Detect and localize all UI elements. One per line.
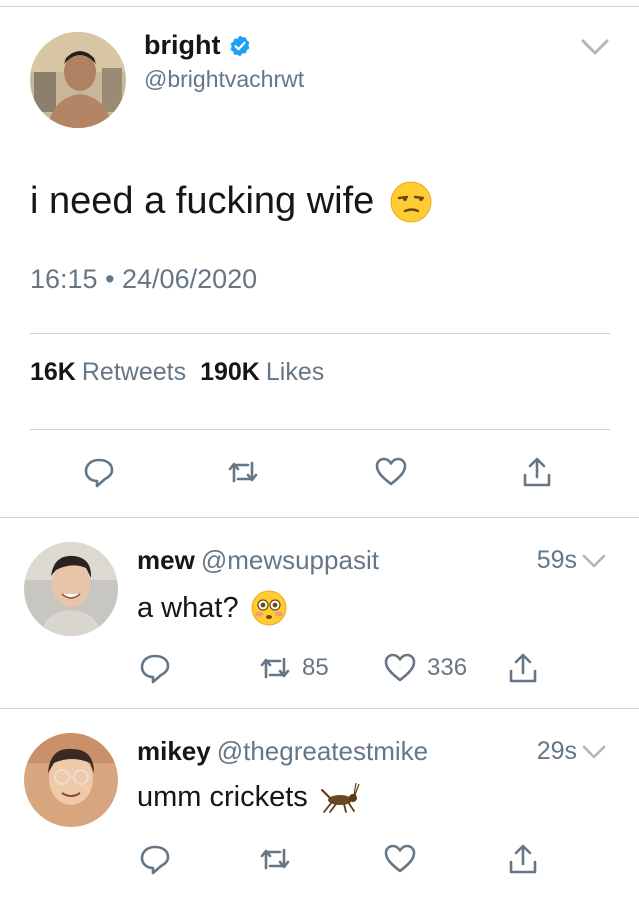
- share-button[interactable]: [506, 651, 540, 685]
- share-button[interactable]: [520, 455, 554, 489]
- verified-badge-icon: [231, 35, 250, 56]
- heart-icon: [384, 844, 416, 873]
- retweet-count: 85: [302, 654, 329, 681]
- reply-text: umm crickets: [137, 781, 360, 814]
- reply-time: 29s: [537, 737, 607, 766]
- unamused-face-icon: [390, 181, 432, 222]
- retweet-icon: [260, 657, 290, 679]
- tweet-body: i need a fucking wife: [30, 180, 375, 222]
- divider: [30, 333, 610, 334]
- heart-icon: [375, 457, 407, 486]
- like-button[interactable]: 336: [383, 651, 467, 685]
- reply-author-row: mikey @thegreatestmike: [137, 736, 428, 767]
- share-button[interactable]: [506, 842, 540, 876]
- likes-count: 190K: [200, 358, 260, 386]
- reply-handle[interactable]: @thegreatestmike: [217, 736, 428, 766]
- flushed-face-icon: [251, 590, 287, 626]
- retweet-icon: [228, 461, 258, 483]
- avatar[interactable]: [30, 32, 126, 128]
- main-tweet: bright @brightvachrwt i need a fucking w…: [0, 0, 639, 518]
- cricket-icon: [320, 782, 360, 813]
- retweet-button[interactable]: [226, 455, 260, 489]
- reply-time: 59s: [537, 546, 607, 575]
- reply-time-text: 59s: [536, 546, 577, 574]
- author-row: bright: [144, 30, 252, 61]
- tweet-timestamp: 16:15 • 24/06/2020: [30, 264, 258, 294]
- reply-icon: [140, 845, 170, 875]
- retweets-count: 16K: [30, 358, 76, 386]
- share-icon: [509, 653, 537, 683]
- engagement-stats: 16K Retweets 190K Likes: [30, 358, 324, 387]
- author-handle[interactable]: @brightvachrwt: [144, 66, 304, 93]
- reply-body: umm crickets: [137, 781, 308, 813]
- retweet-button[interactable]: 85: [258, 651, 329, 685]
- likes-label: Likes: [265, 358, 325, 386]
- likes-stat[interactable]: 190K Likes: [200, 358, 324, 387]
- chevron-down-icon[interactable]: [580, 36, 610, 58]
- display-name[interactable]: bright: [144, 30, 220, 61]
- chevron-down-icon[interactable]: [581, 552, 607, 570]
- retweet-icon: [260, 848, 290, 870]
- divider: [0, 517, 639, 518]
- reply-body: a what?: [137, 591, 239, 624]
- retweet-button[interactable]: [258, 842, 292, 876]
- reply-button[interactable]: [138, 651, 172, 685]
- retweets-stat[interactable]: 16K Retweets: [30, 358, 186, 387]
- chevron-down-icon[interactable]: [581, 743, 607, 761]
- reply-time-text: 29s: [536, 737, 577, 765]
- avatar[interactable]: [24, 733, 118, 827]
- reply-button[interactable]: [138, 842, 172, 876]
- reply-author-row: mew @mewsuppasit: [137, 545, 379, 576]
- reply-display-name[interactable]: mikey: [137, 736, 211, 766]
- reply-display-name[interactable]: mew: [137, 545, 195, 575]
- reply-icon: [84, 458, 114, 488]
- avatar[interactable]: [24, 542, 118, 636]
- like-count: 336: [427, 654, 468, 681]
- divider: [30, 429, 610, 430]
- reply-handle[interactable]: @mewsuppasit: [201, 545, 379, 575]
- like-button[interactable]: [374, 455, 408, 489]
- retweets-label: Retweets: [81, 358, 187, 386]
- tweet-text: i need a fucking wife: [30, 180, 432, 223]
- reply-icon: [140, 654, 170, 684]
- heart-icon: [384, 653, 416, 682]
- like-button[interactable]: [383, 842, 417, 876]
- divider: [0, 708, 639, 709]
- reply-button[interactable]: [82, 455, 116, 489]
- share-icon: [509, 844, 537, 874]
- reply-text: a what?: [137, 590, 287, 626]
- share-icon: [523, 457, 551, 487]
